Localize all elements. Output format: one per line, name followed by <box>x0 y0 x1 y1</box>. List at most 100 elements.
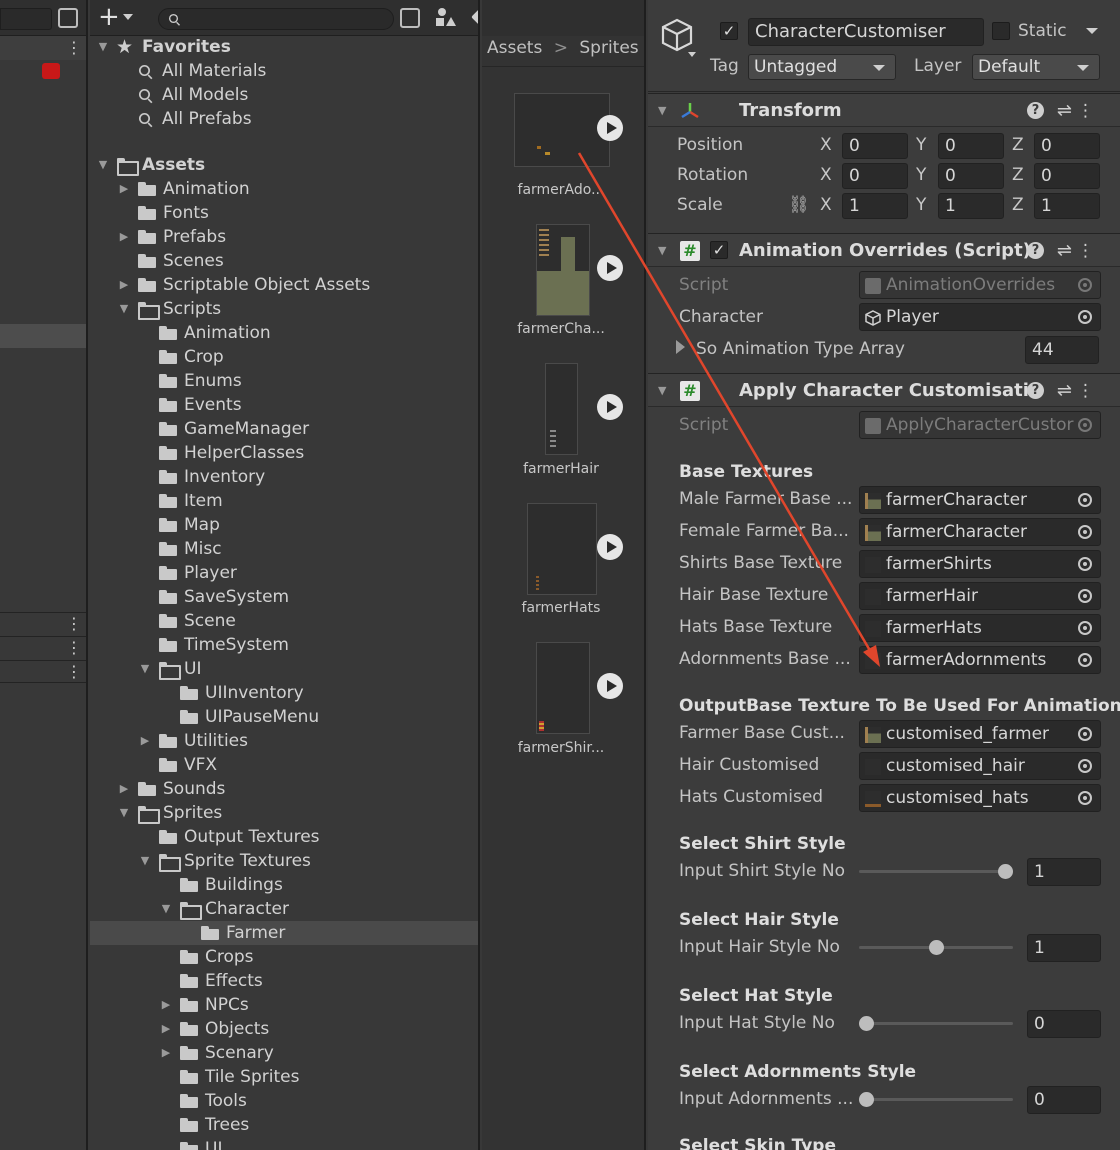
folder-item[interactable]: Tile Sprites <box>90 1065 478 1089</box>
object-picker-icon[interactable] <box>1078 310 1092 324</box>
animation-array-label[interactable]: So Animation Type Array <box>696 339 905 359</box>
folder-item[interactable]: ▶ Animation <box>90 177 478 201</box>
expand-arrow-icon[interactable]: ▼ <box>117 801 131 825</box>
slider-value-input[interactable]: 1 <box>1027 934 1101 962</box>
slider-handle[interactable] <box>859 1092 874 1107</box>
play-icon[interactable] <box>597 394 623 420</box>
expand-arrow-icon[interactable]: ▼ <box>138 849 152 873</box>
texture-object-field[interactable]: farmerAdornments <box>859 646 1101 674</box>
expand-arrow-icon[interactable]: ▶ <box>159 1041 173 1065</box>
folder-item[interactable]: Player <box>90 561 478 585</box>
object-picker-icon[interactable] <box>1078 589 1092 603</box>
expand-arrow-icon[interactable]: ▶ <box>117 273 131 297</box>
kebab-menu-icon[interactable]: ⋮ <box>66 616 82 632</box>
object-picker-icon[interactable] <box>1078 621 1092 635</box>
chevron-down-icon[interactable] <box>123 14 133 20</box>
object-picker-icon[interactable] <box>1078 759 1092 773</box>
folder-item[interactable]: ▼ Scripts <box>90 297 478 321</box>
static-dropdown-icon[interactable] <box>1086 28 1098 34</box>
layer-dropdown[interactable]: Default <box>972 54 1100 80</box>
hierarchy-search-input[interactable] <box>0 8 52 30</box>
style-slider[interactable] <box>859 870 1013 873</box>
search-mode-icon[interactable] <box>400 8 420 28</box>
tag-dropdown[interactable]: Untagged <box>748 54 896 80</box>
component-menu-icon[interactable]: ⋮ <box>1077 241 1094 261</box>
transform-x-input[interactable]: 0 <box>842 163 908 189</box>
expand-arrow-icon[interactable]: ▶ <box>117 225 131 249</box>
texture-object-field[interactable]: farmerShirts <box>859 550 1101 578</box>
folder-item[interactable]: Buildings <box>90 873 478 897</box>
transform-z-input[interactable]: 0 <box>1034 133 1100 159</box>
help-icon[interactable]: ? <box>1027 242 1044 259</box>
transform-z-input[interactable]: 1 <box>1034 193 1100 219</box>
texture-object-field[interactable]: farmerCharacter <box>859 486 1101 514</box>
object-picker-icon[interactable] <box>1078 525 1092 539</box>
expand-arrow-icon[interactable]: ▼ <box>96 35 110 59</box>
folder-item[interactable]: Events <box>90 393 478 417</box>
folder-item[interactable]: Map <box>90 513 478 537</box>
presets-icon[interactable]: ⇌ <box>1057 380 1072 401</box>
folder-item[interactable]: ▶ Scriptable Object Assets <box>90 273 478 297</box>
filter-by-label-icon[interactable] <box>471 7 478 27</box>
favorites-header[interactable]: ▼ ★ Favorites <box>90 35 478 59</box>
folder-item[interactable]: ▶ Sounds <box>90 777 478 801</box>
folder-item[interactable]: ▶ Utilities <box>90 729 478 753</box>
folder-item[interactable]: Misc <box>90 537 478 561</box>
active-checkbox[interactable]: ✓ <box>720 22 738 40</box>
slider-value-input[interactable]: 1 <box>1027 858 1101 886</box>
expand-arrow-icon[interactable]: ▶ <box>159 1017 173 1041</box>
expand-arrow-icon[interactable]: ▶ <box>159 993 173 1017</box>
folder-item[interactable]: HelperClasses <box>90 441 478 465</box>
object-name-input[interactable]: CharacterCustomiser <box>748 18 984 46</box>
folder-item[interactable]: Crop <box>90 345 478 369</box>
foldout-arrow-icon[interactable]: ▼ <box>658 374 666 408</box>
folder-item[interactable]: Fonts <box>90 201 478 225</box>
play-icon[interactable] <box>597 255 623 281</box>
help-icon[interactable]: ? <box>1027 102 1044 119</box>
slider-handle[interactable] <box>998 864 1013 879</box>
folder-item[interactable]: Tools <box>90 1089 478 1113</box>
static-checkbox[interactable] <box>992 22 1010 40</box>
folder-item[interactable]: ▶ Prefabs <box>90 225 478 249</box>
favorite-item[interactable]: All Materials <box>90 59 478 83</box>
style-slider[interactable] <box>859 1098 1013 1101</box>
folder-item[interactable]: ▶ Scenary <box>90 1041 478 1065</box>
expand-arrow-icon[interactable]: ▶ <box>117 777 131 801</box>
breadcrumb-assets[interactable]: Assets <box>487 38 542 58</box>
object-picker-icon[interactable] <box>1078 557 1092 571</box>
constrain-proportions-icon[interactable]: ⛓ <box>788 195 810 215</box>
slider-value-input[interactable]: 0 <box>1027 1010 1101 1038</box>
object-picker-icon[interactable] <box>1078 653 1092 667</box>
expand-arrow-icon[interactable]: ▼ <box>138 657 152 681</box>
folder-item[interactable]: Trees <box>90 1113 478 1137</box>
kebab-menu-icon[interactable]: ⋮ <box>66 40 82 56</box>
slider-handle[interactable] <box>928 940 944 955</box>
animation-overrides-header[interactable]: ▼ # ✓ Animation Overrides (Script) ? ⇌ ⋮ <box>648 233 1120 267</box>
folder-item[interactable]: Animation <box>90 321 478 345</box>
texture-object-field[interactable]: customised_hats <box>859 784 1101 812</box>
expand-arrow-icon[interactable]: ▼ <box>117 297 131 321</box>
transform-y-input[interactable]: 1 <box>938 193 1004 219</box>
texture-object-field[interactable]: customised_farmer <box>859 720 1101 748</box>
texture-object-field[interactable]: farmerHair <box>859 582 1101 610</box>
folder-item[interactable]: Scene <box>90 609 478 633</box>
object-picker-icon[interactable] <box>1078 791 1092 805</box>
object-picker-icon[interactable] <box>1078 727 1092 741</box>
foldout-arrow-icon[interactable]: ▼ <box>658 234 666 268</box>
filter-by-type-icon[interactable] <box>436 8 456 26</box>
folder-item[interactable]: UI <box>90 1137 478 1150</box>
play-icon[interactable] <box>597 673 623 699</box>
style-slider[interactable] <box>859 1022 1013 1025</box>
assets-root[interactable]: ▼ Assets <box>90 153 478 177</box>
texture-object-field[interactable]: farmerHats <box>859 614 1101 642</box>
search-input[interactable] <box>158 8 394 30</box>
slider-value-input[interactable]: 0 <box>1027 1086 1101 1114</box>
expand-arrow-icon[interactable]: ▶ <box>138 729 152 753</box>
folder-item[interactable]: Inventory <box>90 465 478 489</box>
character-field[interactable]: Player <box>859 303 1101 331</box>
add-button[interactable]: + <box>98 3 120 31</box>
folder-item[interactable]: UIInventory <box>90 681 478 705</box>
folder-item[interactable]: Output Textures <box>90 825 478 849</box>
presets-icon[interactable]: ⇌ <box>1057 100 1072 121</box>
transform-y-input[interactable]: 0 <box>938 133 1004 159</box>
